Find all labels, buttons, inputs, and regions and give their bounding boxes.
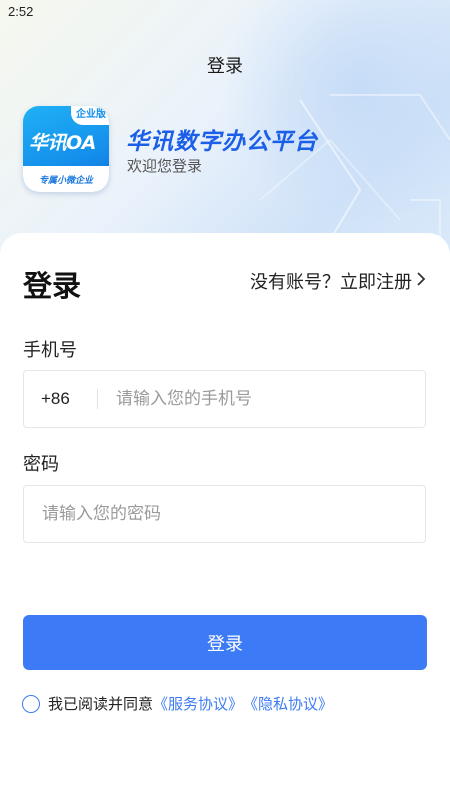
phone-input[interactable] [114, 370, 425, 428]
login-button[interactable]: 登录 [23, 615, 427, 670]
service-agreement-link[interactable]: 《服务协议》 [153, 693, 243, 714]
app-logo: 企业版 华讯OA 专属小微企业 [23, 106, 109, 192]
logo-text: 华讯OA [29, 132, 96, 154]
register-link-label: 没有账号？立即注册 [250, 272, 412, 293]
country-code[interactable]: +86 [24, 389, 91, 409]
agreement-checkbox[interactable] [22, 694, 40, 713]
password-field-box [23, 485, 426, 543]
page-title: 登录 [207, 56, 243, 77]
phone-label: 手机号 [23, 340, 77, 361]
field-divider [97, 389, 98, 409]
status-bar-time: 2:52 [8, 4, 34, 19]
agreement-row: 我已阅读并同意 《服务协议》 《隐私协议》 [22, 693, 333, 714]
welcome-text: 欢迎您登录 [127, 157, 203, 175]
register-link[interactable]: 没有账号？立即注册 [250, 268, 426, 294]
app-name: 华讯数字办公平台 [126, 129, 318, 155]
privacy-agreement-link[interactable]: 《隐私协议》 [243, 693, 333, 714]
login-heading: 登录 [23, 269, 82, 303]
logo-badge: 企业版 [71, 106, 109, 125]
password-input[interactable] [24, 485, 425, 543]
password-label: 密码 [23, 454, 59, 475]
logo-subtitle: 专属小微企业 [38, 176, 93, 186]
phone-field-box: +86 [23, 370, 426, 428]
agreement-prefix: 我已阅读并同意 [48, 695, 154, 713]
chevron-right-icon [416, 271, 426, 292]
